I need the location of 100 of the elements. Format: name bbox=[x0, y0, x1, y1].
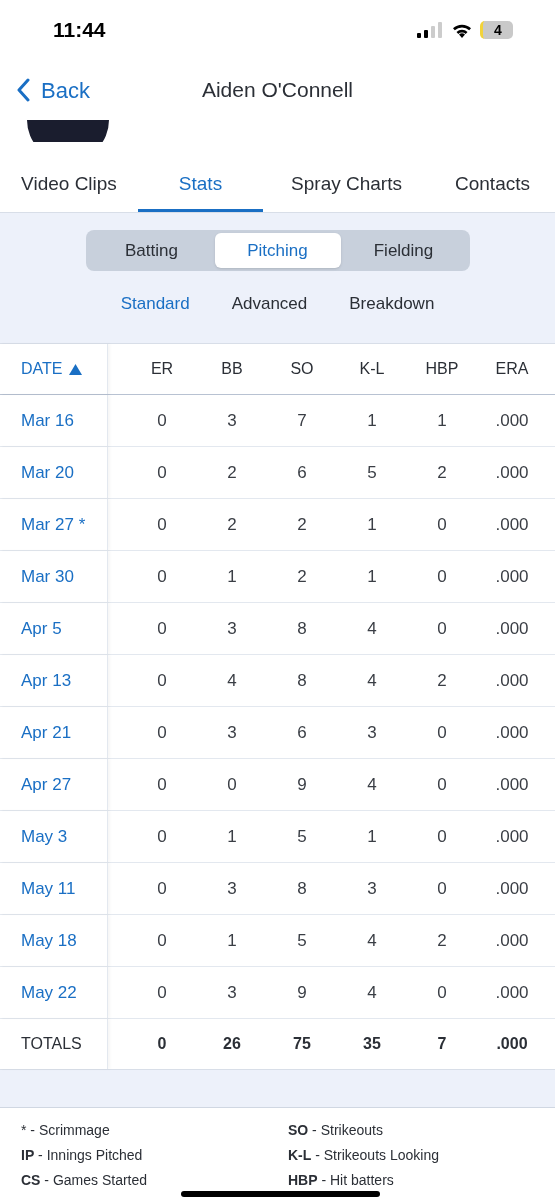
table-cell-text: 4 bbox=[227, 669, 237, 692]
table-cell-text: .000 bbox=[495, 877, 529, 900]
table-cell-text: 2 bbox=[437, 929, 447, 952]
table-cell-text: 2 bbox=[437, 461, 447, 484]
date-link[interactable]: Apr 13 bbox=[21, 667, 72, 694]
table-cell-text: 0 bbox=[227, 773, 237, 796]
table-cell-text: .000 bbox=[495, 825, 529, 848]
table-cell-text: 4 bbox=[367, 929, 377, 952]
table-cell-text: 8 bbox=[297, 669, 307, 692]
table-cell-text: 4 bbox=[367, 981, 377, 1004]
segment-button[interactable]: Pitching bbox=[214, 233, 341, 268]
battery-icon: 4 bbox=[480, 21, 513, 39]
back-button[interactable]: Back bbox=[16, 73, 90, 107]
table-cell-text: 0 bbox=[157, 565, 167, 588]
table-cell-text: 6 bbox=[297, 721, 307, 744]
table-cell-text: 0 bbox=[157, 981, 167, 1004]
table-cell-text: 2 bbox=[297, 513, 307, 536]
table-cell-text: 9 bbox=[297, 773, 307, 796]
segment-button[interactable]: Batting bbox=[88, 233, 215, 268]
table-cell-text: 5 bbox=[297, 929, 307, 952]
table-cell-text: 4 bbox=[367, 617, 377, 640]
clock-time: 11:44 bbox=[53, 17, 106, 44]
table-cell-text: 0 bbox=[157, 513, 167, 536]
table-cell-text: 1 bbox=[227, 565, 237, 588]
table-cell-text: .000 bbox=[495, 669, 529, 692]
table-cell-text: 0 bbox=[437, 877, 447, 900]
table-cell-text: 3 bbox=[227, 877, 237, 900]
view-tab[interactable]: Breakdown bbox=[349, 291, 435, 317]
table-cell-text: 0 bbox=[437, 565, 447, 588]
table-cell-text: 2 bbox=[227, 461, 237, 484]
table-cell-text: 1 bbox=[367, 409, 377, 432]
column-header[interactable]: ERA bbox=[495, 357, 529, 381]
table-cell-text: 2 bbox=[227, 513, 237, 536]
date-link[interactable]: Mar 30 bbox=[21, 563, 74, 590]
date-link[interactable]: Apr 21 bbox=[21, 719, 72, 746]
total-cell-text: 26 bbox=[223, 1034, 241, 1054]
view-tab[interactable]: Advanced bbox=[231, 291, 308, 317]
table-cell-text: 4 bbox=[367, 773, 377, 796]
table-cell-text: 3 bbox=[227, 981, 237, 1004]
column-header[interactable]: K-L bbox=[359, 357, 385, 381]
table-cell-text: 1 bbox=[227, 825, 237, 848]
total-cell-text: .000 bbox=[496, 1034, 528, 1054]
table-cell-text: .000 bbox=[495, 981, 529, 1004]
tab[interactable]: Spray Charts bbox=[263, 160, 430, 212]
date-link[interactable]: May 11 bbox=[21, 875, 76, 902]
chevron-left-icon bbox=[16, 78, 31, 102]
date-link[interactable]: Mar 27 * bbox=[21, 511, 86, 538]
column-header[interactable]: BB bbox=[221, 357, 243, 381]
table-cell-text: 0 bbox=[437, 513, 447, 536]
table-cell-text: .000 bbox=[495, 565, 529, 588]
totals-label: TOTALS bbox=[21, 1034, 82, 1054]
date-link[interactable]: Apr 27 bbox=[21, 771, 72, 798]
table-cell-text: 0 bbox=[437, 981, 447, 1004]
date-link[interactable]: May 3 bbox=[21, 823, 68, 850]
table-cell-text: 0 bbox=[157, 929, 167, 952]
table-cell-text: 5 bbox=[297, 825, 307, 848]
legend-entry: IP - Innings Pitched bbox=[21, 1147, 144, 1163]
date-link[interactable]: Mar 16 bbox=[21, 407, 74, 434]
table-cell-text: .000 bbox=[495, 773, 529, 796]
column-header[interactable]: SO bbox=[290, 357, 314, 381]
table-cell-text: 0 bbox=[437, 825, 447, 848]
legend-entry: * - Scrimmage bbox=[21, 1122, 111, 1138]
date-link[interactable]: Apr 5 bbox=[21, 615, 62, 642]
table-cell-text: 3 bbox=[367, 877, 377, 900]
table-cell-text: 2 bbox=[437, 669, 447, 692]
table-cell-text: .000 bbox=[495, 409, 529, 432]
table-cell-text: 0 bbox=[157, 877, 167, 900]
table-cell-text: 0 bbox=[157, 461, 167, 484]
column-header[interactable]: HBP bbox=[425, 357, 459, 381]
table-cell-text: .000 bbox=[495, 721, 529, 744]
table-cell-text: 0 bbox=[157, 773, 167, 796]
table-cell-text: 0 bbox=[157, 825, 167, 848]
total-cell-text: 35 bbox=[363, 1034, 381, 1054]
legend-entry: CS - Games Started bbox=[21, 1172, 149, 1188]
total-cell-text: 7 bbox=[437, 1034, 447, 1054]
table-cell-text: .000 bbox=[495, 513, 529, 536]
table-cell-text: 8 bbox=[297, 877, 307, 900]
table-cell-text: 0 bbox=[437, 773, 447, 796]
date-link[interactable]: Mar 20 bbox=[21, 459, 74, 486]
avatar-icon bbox=[27, 120, 109, 142]
sort-up-icon bbox=[69, 363, 83, 375]
wifi-icon bbox=[452, 22, 472, 38]
table-cell-text: 1 bbox=[367, 513, 377, 536]
table-cell-text: 7 bbox=[297, 409, 307, 432]
segment-button[interactable]: Fielding bbox=[340, 233, 467, 268]
date-link[interactable]: May 18 bbox=[21, 927, 77, 954]
table-cell-text: 0 bbox=[437, 721, 447, 744]
table-cell-text: 1 bbox=[367, 565, 377, 588]
table-cell-text: 4 bbox=[367, 669, 377, 692]
date-link[interactable]: May 22 bbox=[21, 979, 77, 1006]
tab[interactable]: Video Clips bbox=[0, 160, 138, 212]
legend-entry: SO - Strikeouts bbox=[288, 1122, 384, 1138]
column-header[interactable]: ER bbox=[150, 357, 174, 381]
column-header[interactable]: DATE bbox=[21, 357, 83, 381]
tab[interactable]: Contacts bbox=[430, 160, 555, 212]
table-cell-text: 1 bbox=[227, 929, 237, 952]
table-cell-text: 3 bbox=[367, 721, 377, 744]
view-tab[interactable]: Standard bbox=[120, 291, 190, 317]
total-cell-text: 75 bbox=[293, 1034, 311, 1054]
table-cell-text: 0 bbox=[157, 617, 167, 640]
